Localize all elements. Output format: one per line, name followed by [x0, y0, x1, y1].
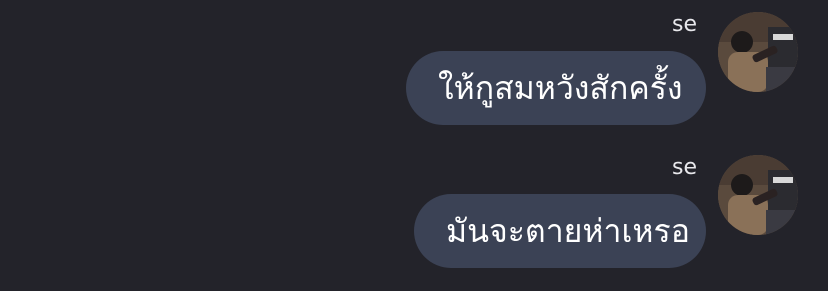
message-text: ให้กูสมหวังสักครั้ง — [438, 68, 683, 107]
message-text: มันจะตายห่าเหรอ — [446, 211, 690, 250]
profile-photo-icon — [718, 155, 798, 235]
avatar[interactable] — [718, 12, 798, 92]
message-bubble[interactable]: มันจะตายห่าเหรอ — [414, 194, 706, 268]
sender-name: se — [672, 155, 697, 180]
chat-message: se มันจะตายห่าเหรอ — [0, 143, 828, 283]
chat-thread: se ให้กูสมหวังสักครั้ง se มันจะตายห่าเหร… — [0, 0, 828, 291]
chat-message: se ให้กูสมหวังสักครั้ง — [0, 0, 828, 140]
profile-photo-icon — [718, 12, 798, 92]
sender-name: se — [672, 12, 697, 37]
message-bubble[interactable]: ให้กูสมหวังสักครั้ง — [406, 51, 706, 125]
avatar[interactable] — [718, 155, 798, 235]
